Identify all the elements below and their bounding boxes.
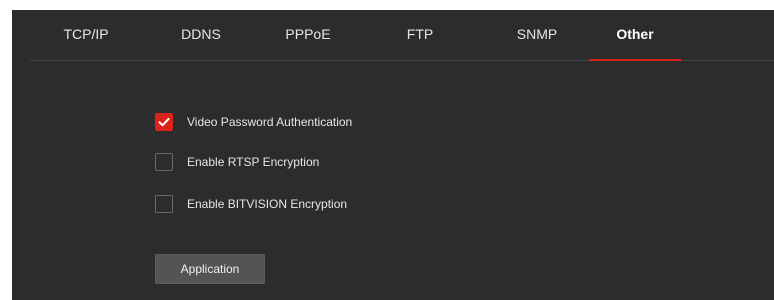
option-label: Enable BITVISION Encryption xyxy=(187,197,348,211)
tab-label: FTP xyxy=(406,26,434,42)
tab-other[interactable]: Other xyxy=(589,10,681,61)
active-tab-indicator xyxy=(589,59,681,61)
tab-label: DDNS xyxy=(181,26,221,42)
application-button[interactable]: Application xyxy=(155,254,265,284)
tab-pppoe[interactable]: PPPoE xyxy=(278,10,338,60)
tab-ftp[interactable]: FTP xyxy=(390,10,450,60)
tab-bar: TCP/IP DDNS PPPoE FTP SNMP Other xyxy=(30,10,774,61)
tab-label: PPPoE xyxy=(285,26,331,42)
settings-panel: TCP/IP DDNS PPPoE FTP SNMP Other Video P… xyxy=(12,10,774,300)
tab-ddns[interactable]: DDNS xyxy=(171,10,231,60)
option-enable-bitvision-encryption[interactable]: Enable BITVISION Encryption xyxy=(155,194,455,214)
checkbox-enable-bitvision-encryption[interactable] xyxy=(155,195,173,213)
tab-label: SNMP xyxy=(516,26,558,42)
tab-label: TCP/IP xyxy=(63,26,109,42)
tab-label: Other xyxy=(616,26,654,42)
checkmark-icon xyxy=(158,117,170,127)
option-video-password-authentication[interactable]: Video Password Authentication xyxy=(155,112,455,132)
option-enable-rtsp-encryption[interactable]: Enable RTSP Encryption xyxy=(155,152,455,172)
option-label: Enable RTSP Encryption xyxy=(187,155,320,169)
tab-tcp-ip[interactable]: TCP/IP xyxy=(56,10,116,60)
tab-snmp[interactable]: SNMP xyxy=(507,10,567,60)
checkbox-enable-rtsp-encryption[interactable] xyxy=(155,153,173,171)
option-label: Video Password Authentication xyxy=(187,115,353,129)
checkbox-video-password-authentication[interactable] xyxy=(155,113,173,131)
